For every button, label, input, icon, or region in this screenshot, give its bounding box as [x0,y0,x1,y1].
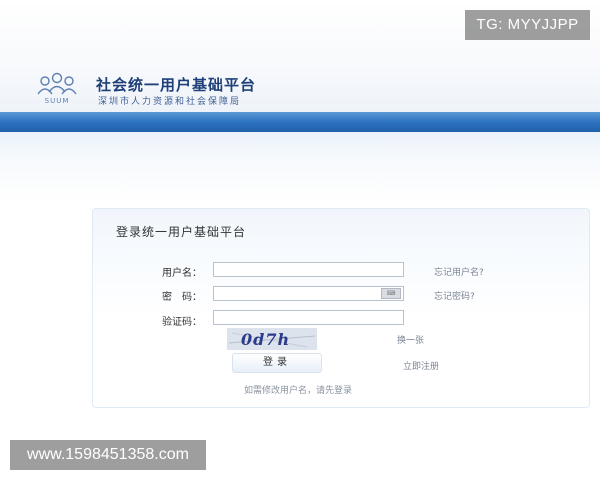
watermark-tag: TG: MYYJJPP [465,10,590,40]
keyboard-icon[interactable]: ⌨ [381,288,401,299]
brand-title: 社会统一用户基础平台 [96,76,257,94]
captcha-image[interactable]: 0d7h [227,328,317,350]
forgot-username-link[interactable]: 忘记用户名? [434,265,484,278]
header-stripe [0,112,600,132]
captcha-text: 0d7h [241,330,290,349]
logo-text: SUUM [45,97,70,105]
login-panel-title: 登录统一用户基础平台 [116,225,247,239]
password-input[interactable] [213,286,404,301]
suum-logo: SUUM [34,72,80,106]
password-label: 密 码： [162,292,202,303]
login-button[interactable]: 登录 [232,353,322,373]
username-input[interactable] [213,262,404,277]
stripe-shadow [0,132,600,202]
refresh-captcha-link[interactable]: 换一张 [397,333,424,346]
username-label: 用户名： [162,268,202,279]
login-hint: 如需修改用户名，请先登录 [244,386,353,396]
brand-subtitle: 深圳市人力资源和社会保障局 [98,97,242,107]
register-link[interactable]: 立即注册 [403,359,439,372]
forgot-password-link[interactable]: 忘记密码? [434,289,475,302]
captcha-input[interactable] [213,310,404,325]
watermark-url: www.1598451358.com [10,440,206,470]
captcha-label: 验证码： [162,317,202,328]
